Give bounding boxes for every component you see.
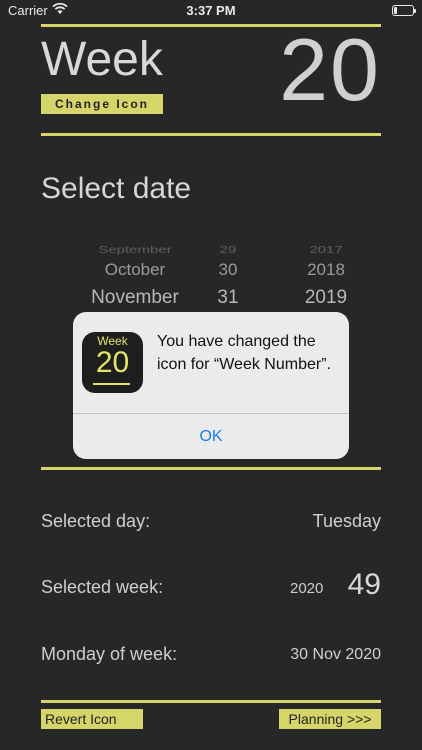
picker-year[interactable]: 2019: [280, 287, 372, 309]
alert-message: You have changed the icon for “Week Numb…: [157, 333, 331, 373]
week-number-display: 20: [279, 20, 381, 119]
selected-day-label: Selected day:: [41, 511, 151, 531]
picker-month[interactable]: September: [60, 244, 210, 256]
change-icon-button[interactable]: Change Icon: [41, 94, 163, 114]
monday-of-week-value: 30 Nov 2020: [290, 646, 381, 663]
page-title: Week: [41, 33, 163, 86]
ok-button[interactable]: OK: [73, 414, 349, 459]
picker-row[interactable]: October 30 2018: [60, 260, 370, 286]
picker-divider: [41, 467, 381, 470]
monday-of-week-label: Monday of week:: [41, 644, 178, 664]
selected-week-year: 2020: [290, 580, 324, 597]
app-icon: Week 20: [82, 332, 143, 393]
status-bar: Carrier 3:37 PM: [0, 0, 422, 22]
selected-week-number: 49: [347, 568, 381, 601]
app-icon-number: 20: [95, 346, 130, 379]
clock: 3:37 PM: [186, 3, 236, 18]
picker-day[interactable]: 30: [208, 260, 248, 280]
planning-button[interactable]: Planning >>>: [279, 709, 381, 729]
picker-day[interactable]: 29: [208, 244, 248, 256]
revert-icon-button[interactable]: Revert Icon: [41, 709, 143, 729]
picker-year[interactable]: 2017: [280, 244, 372, 256]
app-icon-underline: [93, 383, 130, 385]
footer-divider: [41, 700, 381, 703]
picker-day[interactable]: 31: [208, 287, 248, 309]
picker-month[interactable]: October: [60, 260, 210, 280]
picker-month[interactable]: November: [60, 287, 210, 309]
header-divider: [41, 133, 381, 136]
select-date-heading: Select date: [41, 172, 192, 205]
alert-dialog: Week 20 You have changed the icon for “W…: [73, 312, 349, 459]
battery-icon: [392, 5, 416, 16]
picker-year[interactable]: 2018: [280, 260, 372, 280]
selected-day-value: Tuesday: [312, 511, 381, 531]
picker-row[interactable]: November 31 2019: [60, 287, 370, 313]
selected-week-label: Selected week:: [41, 577, 164, 597]
